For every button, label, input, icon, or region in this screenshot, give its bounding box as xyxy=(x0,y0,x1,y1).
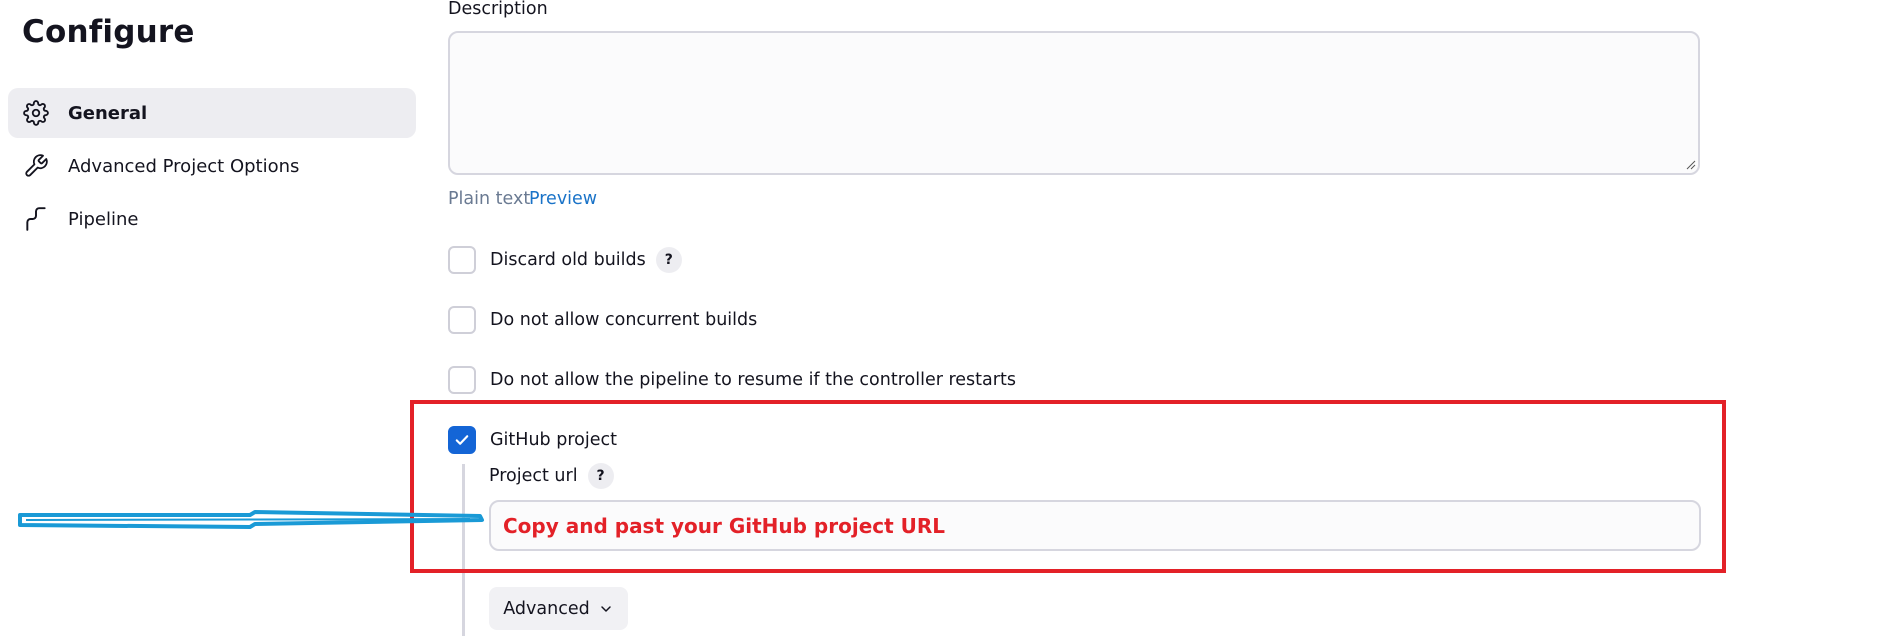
no-resume-row: Do not allow the pipeline to resume if t… xyxy=(448,366,1016,394)
github-project-checkbox[interactable] xyxy=(448,426,476,454)
project-url-input[interactable]: Copy and past your GitHub project URL xyxy=(489,500,1701,551)
sidebar-item-pipeline[interactable]: Pipeline xyxy=(8,194,416,244)
option-label: Discard old builds xyxy=(490,250,646,270)
github-project-row: GitHub project xyxy=(448,426,617,454)
wrench-icon xyxy=(22,152,50,180)
option-label: Do not allow concurrent builds xyxy=(490,310,758,330)
nested-section-divider xyxy=(462,464,465,636)
option-label: GitHub project xyxy=(490,430,617,450)
no-concurrent-builds-checkbox[interactable] xyxy=(448,306,476,334)
resize-grip-icon[interactable] xyxy=(1686,160,1696,170)
page-title: Configure xyxy=(22,14,195,50)
checkmark-icon xyxy=(455,435,469,445)
sidebar-item-label: Advanced Project Options xyxy=(68,155,300,177)
help-icon[interactable]: ? xyxy=(587,463,614,489)
description-textarea[interactable] xyxy=(448,31,1700,175)
sidebar-item-general[interactable]: General xyxy=(8,88,416,138)
project-url-label: Project url xyxy=(489,466,578,486)
no-resume-checkbox[interactable] xyxy=(448,366,476,394)
gear-icon xyxy=(22,99,50,127)
no-concurrent-builds-row: Do not allow concurrent builds xyxy=(448,306,757,334)
project-url-value: Copy and past your GitHub project URL xyxy=(503,513,946,538)
sidebar-item-advanced-project-options[interactable]: Advanced Project Options xyxy=(8,141,416,191)
sidebar-item-label: General xyxy=(68,102,148,124)
sidebar-item-label: Pipeline xyxy=(68,208,139,230)
preview-link[interactable]: Preview xyxy=(529,189,597,209)
discard-old-builds-row: Discard old builds ? xyxy=(448,246,682,274)
discard-old-builds-checkbox[interactable] xyxy=(448,246,476,274)
option-label: Do not allow the pipeline to resume if t… xyxy=(490,370,1016,390)
description-label: Description xyxy=(448,0,548,19)
advanced-button[interactable]: Advanced xyxy=(489,587,628,630)
advanced-button-label: Advanced xyxy=(503,598,590,619)
project-url-label-row: Project url ? xyxy=(489,463,614,489)
help-icon[interactable]: ? xyxy=(655,247,682,273)
pipeline-icon xyxy=(22,205,50,233)
plain-text-label: Plain text xyxy=(448,189,531,209)
chevron-down-icon xyxy=(600,605,611,612)
